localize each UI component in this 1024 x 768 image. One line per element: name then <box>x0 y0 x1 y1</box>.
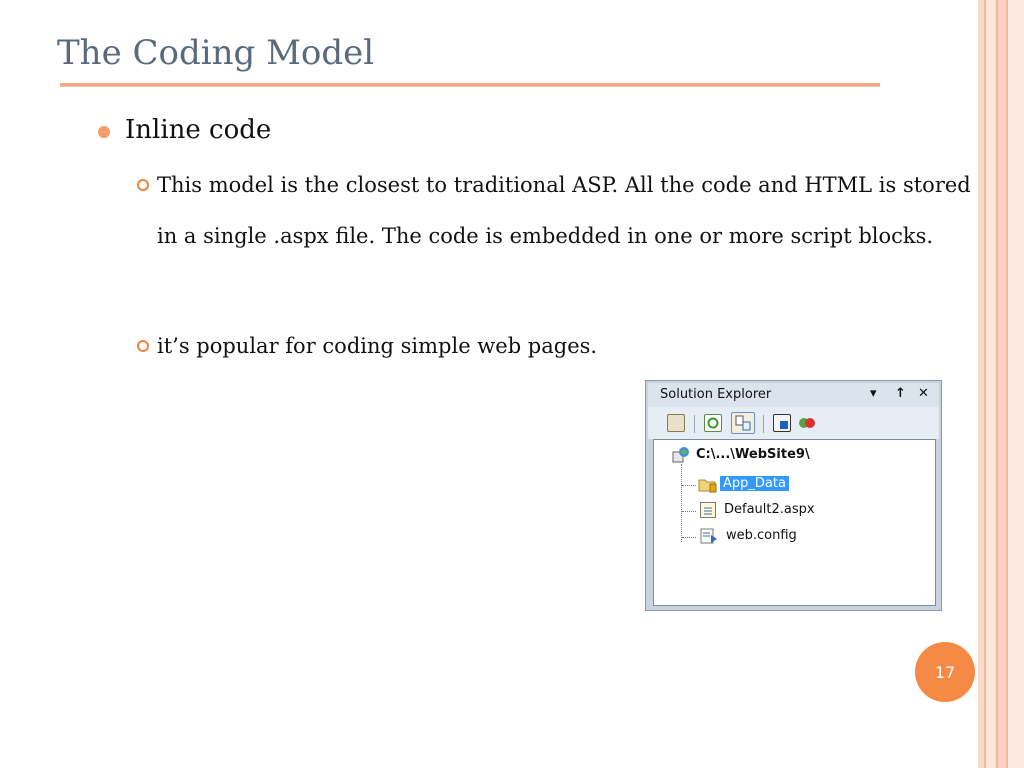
sub-bullet-ring-icon <box>137 179 149 191</box>
website-project-icon <box>672 446 689 463</box>
tree-connector <box>682 511 696 512</box>
dropdown-arrow-icon[interactable]: ▾ <box>870 386 877 401</box>
solution-explorer-tree: C:\...\WebSite9\ App_Data Default2.aspx … <box>653 439 936 606</box>
website-root-node[interactable]: C:\...\WebSite9\ <box>696 447 810 462</box>
side-stripe <box>986 0 996 768</box>
page-number-badge: 17 <box>915 642 975 702</box>
toolbar-separator <box>763 415 764 433</box>
tree-item-default2-aspx[interactable]: Default2.aspx <box>724 502 815 517</box>
solution-explorer-header: Solution Explorer ▾ ↑ ✕ <box>648 383 939 407</box>
solution-explorer-panel: Solution Explorer ▾ ↑ ✕ C:\...\WebSite9\ <box>645 380 942 611</box>
tree-item-app-data[interactable]: App_Data <box>720 476 789 491</box>
config-file-icon <box>700 528 717 544</box>
folder-icon <box>698 477 717 493</box>
slide-title: The Coding Model <box>57 33 375 73</box>
title-underline <box>60 83 880 87</box>
sub-bullet-text: This model is the closest to traditional… <box>157 173 971 248</box>
solution-explorer-toolbar <box>648 407 939 439</box>
pin-icon[interactable]: ↑ <box>895 386 906 401</box>
bullet-inline-code: Inline code <box>125 115 272 145</box>
sub-bullet-text: it’s popular for coding simple web pages… <box>157 334 598 358</box>
aspx-file-icon <box>700 502 716 518</box>
tree-connector <box>681 464 682 542</box>
properties-icon[interactable] <box>667 414 685 432</box>
tree-item-web-config[interactable]: web.config <box>726 528 797 543</box>
nest-related-files-icon[interactable] <box>731 412 755 434</box>
copy-website-icon[interactable] <box>798 414 816 432</box>
side-stripe <box>1008 0 1024 768</box>
refresh-icon[interactable] <box>704 414 722 432</box>
solution-explorer-title: Solution Explorer <box>660 387 772 402</box>
tree-connector <box>682 485 696 486</box>
sub-bullet-ring-icon <box>137 340 149 352</box>
close-icon[interactable]: ✕ <box>918 386 929 401</box>
view-code-icon[interactable] <box>773 414 791 432</box>
bullet-dot-icon <box>98 126 110 138</box>
tree-connector <box>682 537 696 538</box>
toolbar-separator <box>694 415 695 433</box>
side-stripe <box>998 0 1006 768</box>
